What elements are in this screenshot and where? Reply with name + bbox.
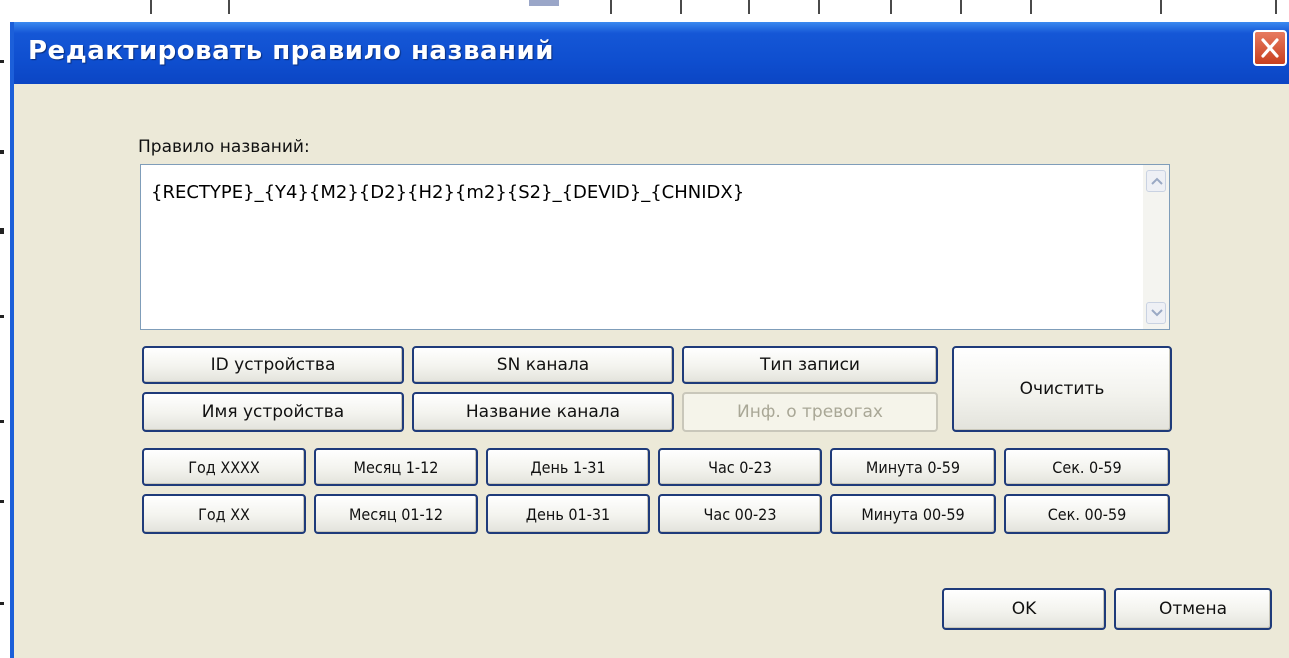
grid-line [1030,0,1032,14]
chevron-down-icon [1151,309,1163,317]
device-id-button[interactable]: ID устройства [142,346,404,384]
channel-name-button[interactable]: Название канала [412,392,674,432]
channel-sn-button[interactable]: SN канала [412,346,674,384]
background-mark [0,60,4,63]
background-mark [0,315,4,318]
clear-button[interactable]: Очистить [952,346,1172,432]
grid-line [818,0,820,14]
grid-line [610,0,612,14]
background-mark [0,420,4,423]
edit-naming-rule-dialog: Редактировать правило названий Правило н… [10,22,1289,658]
day-01-31-button[interactable]: День 01-31 [486,494,650,534]
grid-line [150,0,152,14]
day-1-31-button[interactable]: День 1-31 [486,448,650,486]
device-name-button[interactable]: Имя устройства [142,392,404,432]
grid-line [890,0,892,14]
ok-button[interactable]: OK [942,588,1106,630]
minute-00-59-button[interactable]: Минута 00-59 [830,494,996,534]
vertical-scrollbar[interactable] [1143,165,1169,329]
month-01-12-button[interactable]: Месяц 01-12 [314,494,478,534]
grid-line [529,0,559,6]
grid-line [680,0,682,14]
scroll-down-button[interactable] [1146,302,1166,324]
second-00-59-button[interactable]: Сек. 00-59 [1004,494,1170,534]
record-type-button[interactable]: Тип записи [682,346,938,384]
year-4-digit-button[interactable]: Год XXXX [142,448,306,486]
second-0-59-button[interactable]: Сек. 0-59 [1004,448,1170,486]
naming-rule-label: Правило названий: [138,137,310,157]
hour-00-23-button[interactable]: Час 00-23 [658,494,822,534]
alarm-info-button[interactable]: Инф. о тревогах [682,392,938,432]
scroll-up-button[interactable] [1146,170,1166,192]
background-mark [0,150,4,154]
background-mark [0,228,4,234]
year-2-digit-button[interactable]: Год XX [142,494,306,534]
background-grid [0,0,1289,22]
dialog-title: Редактировать правило названий [28,36,554,66]
month-1-12-button[interactable]: Месяц 1-12 [314,448,478,486]
close-icon [1261,38,1279,58]
naming-rule-input[interactable]: {RECTYPE}_{Y4}{M2}{D2}{H2}{m2}{S2}_{DEVI… [140,164,1170,330]
hour-0-23-button[interactable]: Час 0-23 [658,448,822,486]
minute-0-59-button[interactable]: Минута 0-59 [830,448,996,486]
close-button[interactable] [1253,30,1287,66]
grid-line [228,0,230,14]
naming-rule-value[interactable]: {RECTYPE}_{Y4}{M2}{D2}{H2}{m2}{S2}_{DEVI… [151,182,744,203]
grid-line [1160,0,1162,14]
cancel-button[interactable]: Отмена [1114,588,1272,630]
chevron-up-icon [1151,177,1163,185]
background-mark [0,602,4,605]
title-bar[interactable]: Редактировать правило названий [14,22,1289,84]
grid-line [960,0,962,14]
grid-line [1275,0,1277,14]
background-mark [0,500,4,503]
grid-line [748,0,750,14]
